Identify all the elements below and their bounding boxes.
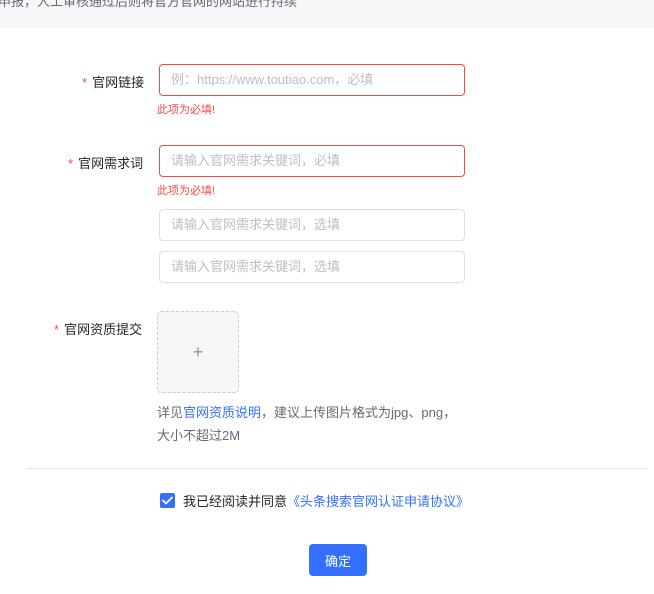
image-upload-box[interactable]: + <box>157 311 239 393</box>
upload-hint: 详见官网资质说明，建议上传图片格式为jpg、png，大小不超过2M <box>157 401 457 447</box>
confirm-button[interactable]: 确定 <box>309 544 367 576</box>
required-mark: * <box>54 322 60 337</box>
website-link-input[interactable]: 例：https://www.toutiao.com，必填 <box>159 64 465 96</box>
demand-word-placeholder-3: 请输入官网需求关键词，选填 <box>171 259 341 274</box>
banner-text: 申报，人工审核通过后则将官方官网的网站进行持续 <box>0 0 298 9</box>
checkmark-icon <box>162 496 173 505</box>
demand-words-label: * 官网需求词 <box>68 153 143 172</box>
website-link-placeholder: 例：https://www.toutiao.com，必填 <box>171 72 374 87</box>
divider <box>28 468 648 469</box>
website-link-label-text: 官网链接 <box>92 75 145 90</box>
qualification-label: * 官网资质提交 <box>54 319 142 338</box>
qualification-label-text: 官网资质提交 <box>64 322 143 337</box>
required-mark: * <box>82 75 88 90</box>
qualification-guide-link[interactable]: 官网资质说明 <box>183 405 261 420</box>
website-link-label: * 官网链接 <box>82 72 144 91</box>
demand-words-error: 此项为必填! <box>157 185 216 197</box>
demand-word-placeholder-2: 请输入官网需求关键词，选填 <box>171 217 341 232</box>
hint-prefix: 详见 <box>157 405 184 420</box>
required-mark: * <box>68 156 74 171</box>
demand-word-input-3[interactable]: 请输入官网需求关键词，选填 <box>159 251 465 283</box>
agreement-link[interactable]: 《头条搜索官网认证申请协议》 <box>287 491 469 510</box>
agreement-checkbox[interactable] <box>160 493 175 508</box>
demand-word-input-1[interactable]: 请输入官网需求关键词，必填 <box>159 145 465 177</box>
website-link-error: 此项为必填! <box>157 104 216 116</box>
agreement-row: 我已经阅读并同意 《头条搜索官网认证申请协议》 <box>160 491 469 510</box>
demand-word-placeholder-1: 请输入官网需求关键词，必填 <box>171 153 341 168</box>
plus-icon: + <box>192 342 204 362</box>
demand-words-label-text: 官网需求词 <box>78 156 144 171</box>
agreement-text: 我已经阅读并同意 <box>183 494 288 509</box>
top-banner: 申报，人工审核通过后则将官方官网的网站进行持续 <box>0 0 654 28</box>
demand-word-input-2[interactable]: 请输入官网需求关键词，选填 <box>159 209 465 241</box>
